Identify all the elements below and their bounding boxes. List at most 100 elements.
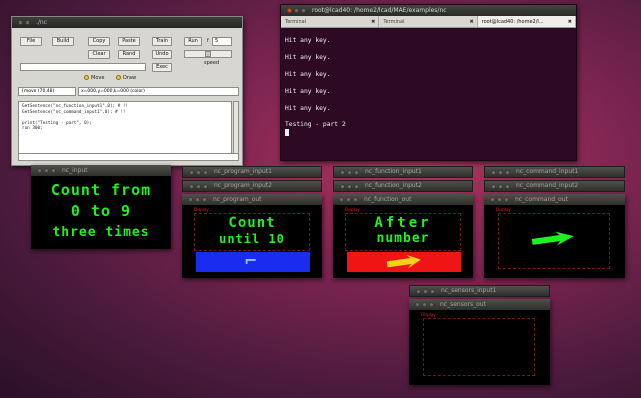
undo-button[interactable]: Undo xyxy=(152,50,172,59)
window-title: nc_command_input2 xyxy=(516,182,579,189)
minimize-icon[interactable] xyxy=(423,288,428,294)
close-icon[interactable] xyxy=(491,169,496,175)
maximize-icon[interactable] xyxy=(504,197,509,202)
close-icon[interactable] xyxy=(416,288,421,294)
terminal-line: Hit any key. xyxy=(285,88,331,95)
nc-program-input2-titlebar[interactable]: nc_program_input2 xyxy=(182,180,322,192)
mode-draw-option[interactable]: Draw xyxy=(116,75,136,81)
maximize-icon[interactable] xyxy=(505,183,510,189)
minimize-icon[interactable] xyxy=(498,169,503,175)
nc-sensors-out-titlebar[interactable]: nc_sensors_out xyxy=(409,299,550,310)
close-icon[interactable] xyxy=(340,183,345,189)
close-icon[interactable]: ✖ xyxy=(371,16,375,27)
maximize-icon[interactable] xyxy=(429,302,434,307)
minimize-icon[interactable] xyxy=(497,197,502,202)
maximize-icon[interactable] xyxy=(505,169,510,175)
code-line: run 300; xyxy=(22,126,43,132)
nc-command-input2-titlebar[interactable]: nc_command_input2 xyxy=(484,180,625,192)
command-input[interactable] xyxy=(20,63,146,71)
slider-handle[interactable] xyxy=(205,51,211,57)
display-label: Display xyxy=(421,312,436,317)
maximize-icon[interactable] xyxy=(301,8,306,13)
control-panel-window: ./nc File Build Copy Paste Train Run f 5… xyxy=(11,16,243,166)
window-title: nc_command_out xyxy=(515,196,568,203)
minimize-icon[interactable] xyxy=(347,169,352,175)
control-panel-titlebar[interactable]: ./nc xyxy=(12,17,242,28)
minimize-icon[interactable] xyxy=(196,169,201,175)
minimize-icon[interactable] xyxy=(25,20,30,25)
minimize-icon[interactable] xyxy=(44,168,49,173)
run-button[interactable]: Run xyxy=(184,37,202,46)
maximize-icon[interactable] xyxy=(354,183,359,189)
sentence-line: three times xyxy=(52,225,150,240)
maximize-icon[interactable] xyxy=(353,197,358,202)
file-button[interactable]: File xyxy=(20,37,42,46)
minimize-icon[interactable] xyxy=(195,197,200,202)
minimize-icon[interactable] xyxy=(196,183,201,189)
display-label: Display xyxy=(345,207,360,212)
maximize-icon[interactable] xyxy=(354,169,359,175)
copy-button[interactable]: Copy xyxy=(88,37,110,46)
nc-command-out-titlebar[interactable]: nc_command_out xyxy=(484,194,625,205)
nc-command-input1-titlebar[interactable]: nc_command_input1 xyxy=(484,166,625,178)
minimize-icon[interactable] xyxy=(346,197,351,202)
exec-button[interactable]: Exec xyxy=(152,63,172,72)
clear-button[interactable]: Clear xyxy=(88,50,110,59)
minimize-icon[interactable] xyxy=(294,8,299,13)
nc-sensors-input1-titlebar[interactable]: nc_sensors_input1 xyxy=(409,285,550,297)
minimize-icon[interactable] xyxy=(347,183,352,189)
window-title: nc_program_input1 xyxy=(214,168,272,175)
display-label: Display xyxy=(194,207,209,212)
cursor-icon xyxy=(285,129,289,136)
speed-slider[interactable] xyxy=(184,50,232,58)
window-title: nc_function_input1 xyxy=(365,168,422,175)
paste-button[interactable]: Paste xyxy=(118,37,140,46)
maximize-icon[interactable] xyxy=(203,169,208,175)
close-icon[interactable] xyxy=(188,197,193,202)
close-icon[interactable]: ✖ xyxy=(568,16,572,27)
close-icon[interactable] xyxy=(37,168,42,173)
close-icon[interactable] xyxy=(340,169,345,175)
nc-function-input1-titlebar[interactable]: nc_function_input1 xyxy=(333,166,473,178)
maximize-icon[interactable] xyxy=(202,197,207,202)
nc-function-input2-titlebar[interactable]: nc_function_input2 xyxy=(333,180,473,192)
terminal-line: Testing - part 2 xyxy=(285,121,346,128)
speed-input[interactable]: 5 xyxy=(212,37,232,46)
close-icon[interactable] xyxy=(189,183,194,189)
close-icon[interactable] xyxy=(189,169,194,175)
close-icon[interactable]: ✖ xyxy=(469,16,473,27)
maximize-icon[interactable] xyxy=(51,168,56,173)
terminal-titlebar[interactable]: root@lcad40: /home2/lcad/MAE/examples/nc xyxy=(281,5,576,16)
minimize-icon[interactable] xyxy=(498,183,503,189)
tab-terminal-2[interactable]: Terminal ✖ xyxy=(379,16,478,27)
close-icon[interactable] xyxy=(287,8,292,13)
minimize-icon[interactable] xyxy=(422,302,427,307)
nc-program-out-titlebar[interactable]: nc_program_out xyxy=(182,194,322,205)
maximize-icon[interactable] xyxy=(430,288,435,294)
window-controls xyxy=(287,8,306,13)
close-icon[interactable] xyxy=(415,302,420,307)
rand-button[interactable]: Rand xyxy=(118,50,140,59)
nc-program-input1-titlebar[interactable]: nc_program_input1 xyxy=(182,166,322,178)
nc-command-out-window: nc_command_out Display xyxy=(484,194,625,278)
tab-terminal-1[interactable]: Terminal ✖ xyxy=(281,16,380,27)
input-sentence: Count from 0 to 9 three times xyxy=(31,180,171,243)
build-button[interactable]: Build xyxy=(52,37,74,46)
maximize-icon[interactable] xyxy=(203,183,208,189)
close-icon[interactable] xyxy=(490,197,495,202)
tab-terminal-3[interactable]: root@lcad40: /home2/l... ✖ xyxy=(477,16,576,27)
mode-move-option[interactable]: Move xyxy=(84,75,104,81)
code-scrollbar[interactable] xyxy=(233,101,239,161)
close-icon[interactable] xyxy=(18,20,23,25)
close-icon[interactable] xyxy=(339,197,344,202)
code-editor[interactable]: GetSentence("nc_function_input1",0); # !… xyxy=(18,101,232,161)
program-color-bar: ⌐ xyxy=(196,251,310,272)
radio-icon xyxy=(116,75,121,80)
window-controls xyxy=(339,197,358,202)
train-button[interactable]: Train xyxy=(152,37,172,46)
output-field xyxy=(18,153,239,161)
nc-input-titlebar[interactable]: nc_input xyxy=(31,165,171,176)
close-icon[interactable] xyxy=(491,183,496,189)
terminal-output[interactable]: Hit any key. Hit any key. Hit any key. H… xyxy=(281,28,576,142)
nc-function-out-titlebar[interactable]: nc_function_out xyxy=(333,194,473,205)
